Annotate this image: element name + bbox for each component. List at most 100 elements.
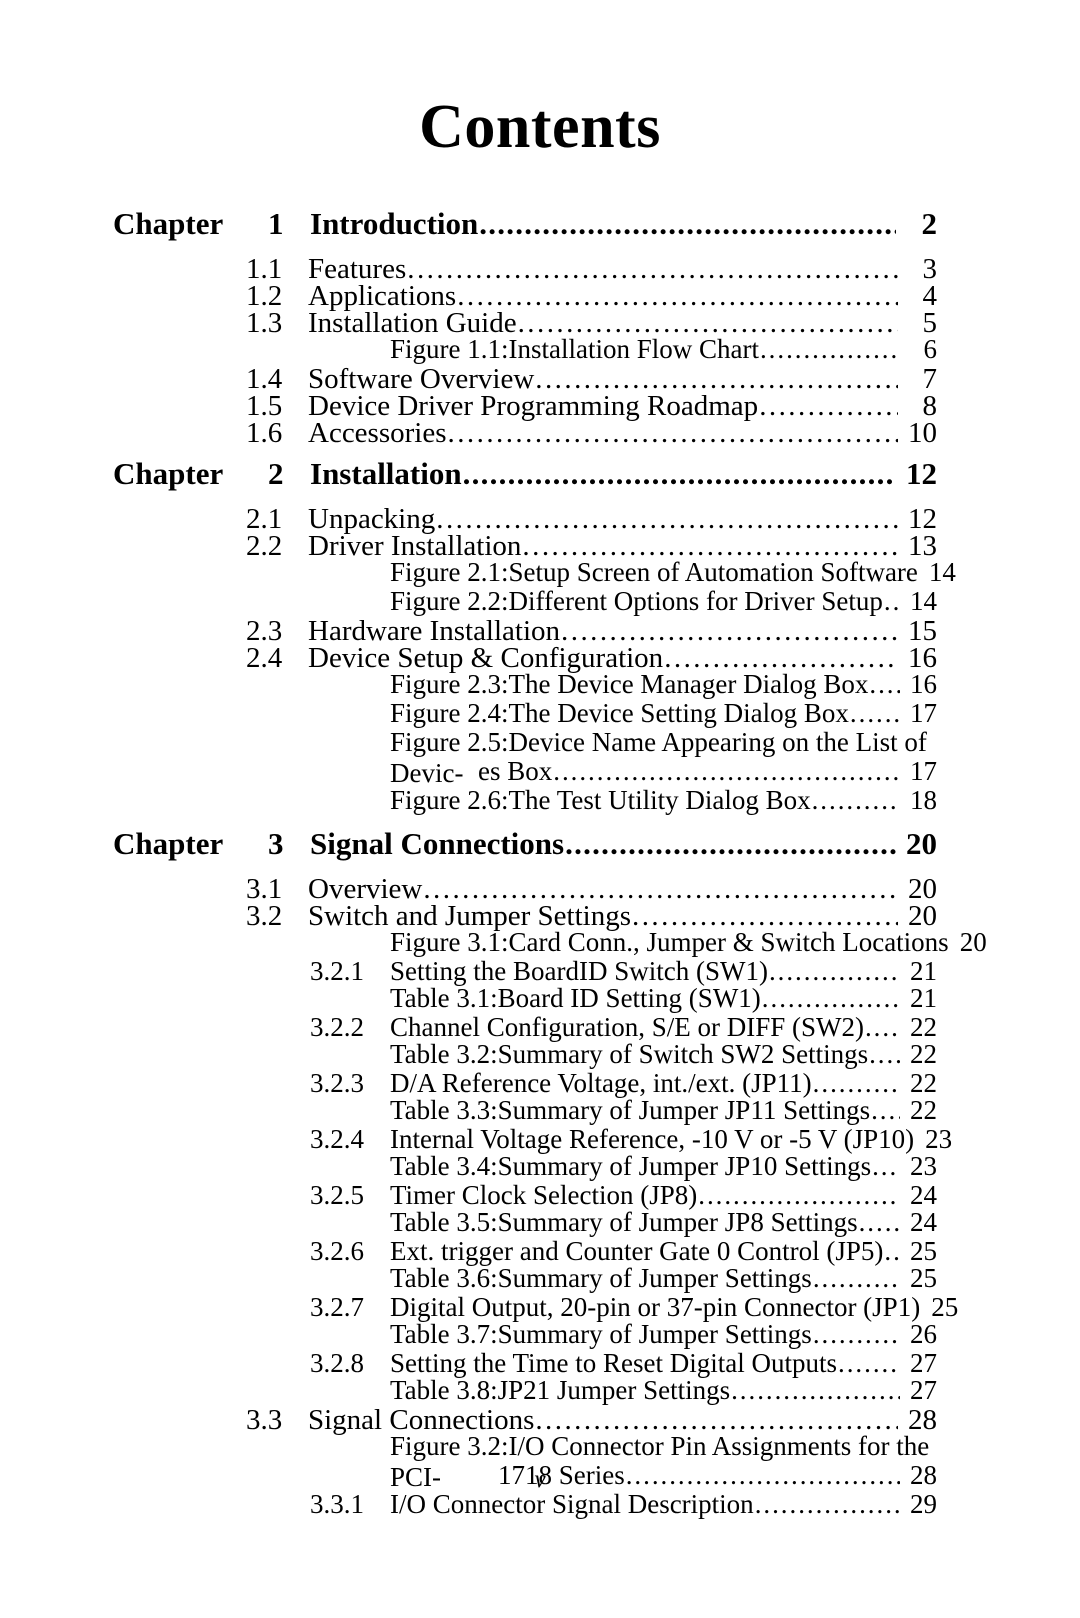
figure-title: Figure 2.1:Setup Screen of Automation So… <box>390 557 918 587</box>
subsection-entry[interactable]: 3.2.5Timer Clock Selection (JP8)24 <box>113 1180 937 1210</box>
section-page-number: 10 <box>908 417 937 449</box>
chapter-title: Introduction <box>310 206 479 241</box>
figure-entry[interactable]: Table 3.8:JP21 Jumper Settings 27 <box>113 1375 937 1405</box>
chapter-entry[interactable]: Chapter 1 Introduction 2 <box>113 206 937 253</box>
subsection-entry[interactable]: 3.2.4 Internal Voltage Reference, -10 V o… <box>113 1124 952 1154</box>
section-entry[interactable]: 2.1Unpacking12 <box>113 503 937 535</box>
subsection-entry[interactable]: 3.2.2 Channel Configuration, S/E or DIFF … <box>113 1012 937 1042</box>
section-entry[interactable]: 2.2Driver Installation13 <box>113 530 937 562</box>
figure-page-number: 22 <box>910 1039 937 1069</box>
figure-entry[interactable]: Figure 2.3:The Device Manager Dialog Box… <box>113 669 937 700</box>
figure-entry[interactable]: Table 3.7:Summary of Jumper Settings 26 <box>113 1319 937 1350</box>
dot-leader <box>869 1039 900 1070</box>
dot-leader <box>812 785 900 816</box>
dot-leader <box>813 1263 900 1294</box>
figure-entry[interactable]: Table 3.5:Summary of Jumper JP8 Settings… <box>113 1207 937 1238</box>
figure-title: Figure 3.1:Card Conn., Jumper & Switch L… <box>390 927 949 957</box>
subsection-entry[interactable]: 3.2.6 Ext. trigger and Counter Gate 0 Con… <box>113 1236 937 1266</box>
figure-entry-line1[interactable]: Figure 3.2:I/O Connector Pin Assignments… <box>390 1431 937 1492</box>
figure-page-number: 17 <box>910 756 937 786</box>
figure-page-number: 26 <box>910 1319 937 1349</box>
figure-entry[interactable]: Figure 1.1:Installation Flow Chart 6 <box>113 334 938 364</box>
figure-entry[interactable]: Table 3.6:Summary of Jumper Settings 25 <box>113 1263 937 1294</box>
figure-title: Table 3.5:Summary of Jumper JP8 Settings <box>390 1207 858 1237</box>
figure-entry-line2[interactable]: es Box 17 <box>113 756 937 787</box>
dot-leader <box>872 1151 900 1182</box>
figure-title: Table 3.6:Summary of Jumper Settings <box>390 1263 812 1293</box>
figure-entry[interactable]: Table 3.3:Summary of Jumper JP11 Setting… <box>113 1095 937 1125</box>
figure-entry-line1[interactable]: Figure 2.5:Device Name Appearing on the … <box>390 727 937 788</box>
dot-leader <box>553 756 900 787</box>
figure-title-continued: es Box <box>478 756 553 786</box>
figure-page-number: 20 <box>959 927 987 957</box>
figure-page-number: 22 <box>910 1095 937 1125</box>
figure-entry[interactable]: Figure 2.4:The Device Setting Dialog Box… <box>113 698 937 729</box>
figure-page-number: 6 <box>923 334 938 364</box>
dot-leader <box>813 1319 900 1350</box>
section-entry[interactable]: 2.4Device Setup & Configuration16 <box>113 642 937 674</box>
subsection-number: 3.2.8 <box>310 1348 364 1378</box>
figure-entry[interactable]: Figure 2.2:Different Options for Driver … <box>113 586 937 617</box>
figure-title: Figure 2.4:The Device Setting Dialog Box <box>390 698 849 728</box>
figure-page-number: 14 <box>928 557 956 587</box>
figure-title: Figure 2.3:The Device Manager Dialog Box <box>390 669 869 699</box>
chapter-title: Signal Connections <box>310 826 565 861</box>
figure-entry[interactable]: Table 3.4:Summary of Jumper JP10 Setting… <box>113 1151 937 1182</box>
section-entry[interactable]: 1.3Installation Guide5 <box>113 307 937 339</box>
section-entry[interactable]: 1.4Software Overview7 <box>113 363 937 395</box>
subsection-entry[interactable]: 3.2.7 Digital Output, 20-pin or 37-pin Co… <box>113 1292 958 1322</box>
chapter-number: 1 <box>268 206 284 241</box>
figure-title: Table 3.1:Board ID Setting (SW1) <box>390 983 761 1013</box>
table-of-contents: Chapter 1 Introduction 2 1.1Features31.2Appl… <box>113 206 987 1519</box>
figure-title: Figure 2.2:Different Options for Driver … <box>390 586 883 616</box>
figure-title: Table 3.4:Summary of Jumper JP10 Setting… <box>390 1151 872 1181</box>
chapter-page-number: 12 <box>906 456 937 491</box>
figure-page-number: 17 <box>910 698 937 728</box>
section-entry[interactable]: 1.2Applications4 <box>113 280 937 312</box>
dot-leader <box>884 586 900 617</box>
figure-entry[interactable]: Figure 2.1:Setup Screen of Automation So… <box>113 557 956 587</box>
dot-leader <box>565 826 896 862</box>
figure-page-number: 18 <box>910 785 937 815</box>
figure-title: Table 3.7:Summary of Jumper Settings <box>390 1319 812 1349</box>
dot-leader <box>850 698 900 729</box>
section-entry[interactable]: 1.5Device Driver Programming Roadmap8 <box>113 390 937 422</box>
subsection-number: 3.2.7 <box>310 1292 364 1322</box>
section-number: 3.2 <box>246 900 283 932</box>
figure-page-number: 14 <box>910 586 937 616</box>
subsection-number: 3.2.4 <box>310 1124 364 1154</box>
subsection-number: 3.2.5 <box>310 1180 364 1210</box>
section-title: Accessories <box>308 417 447 449</box>
chapter-page-number: 2 <box>921 206 938 241</box>
figure-title: Table 3.2:Summary of Switch SW2 Settings <box>390 1039 869 1069</box>
figure-entry[interactable]: Figure 3.1:Card Conn., Jumper & Switch L… <box>113 927 987 957</box>
subsection-number: 3.2.1 <box>310 956 364 986</box>
chapter-number: 2 <box>268 456 284 491</box>
figure-entry[interactable]: Figure 2.6:The Test Utility Dialog Box 18 <box>113 785 937 816</box>
chapter-word: Chapter <box>113 826 224 861</box>
section-entry[interactable]: 3.1Overview20 <box>113 873 937 905</box>
figure-entry[interactable]: Table 3.2:Summary of Switch SW2 Settings… <box>113 1039 937 1070</box>
dot-leader <box>463 456 896 492</box>
subsection-entry[interactable]: 3.2.3 D/A Reference Voltage, int./ext. (J… <box>113 1068 937 1098</box>
figure-entry[interactable]: Table 3.1:Board ID Setting (SW1) 21 <box>113 983 937 1013</box>
chapter-word: Chapter <box>113 456 224 491</box>
dot-leader <box>869 669 900 700</box>
section-entry[interactable]: 1.1Features3 <box>113 253 937 285</box>
section-entry[interactable]: 3.2Switch and Jumper Settings20 <box>113 900 937 932</box>
chapter-entry[interactable]: Chapter 3 Signal Connections 20 <box>113 826 937 873</box>
subsection-number: 3.2.3 <box>310 1068 364 1098</box>
section-entry[interactable]: 2.3Hardware Installation15 <box>113 615 937 647</box>
subsection-number: 3.2.2 <box>310 1012 364 1042</box>
chapter-page-number: 20 <box>906 826 937 861</box>
subsection-entry[interactable]: 3.2.8 Setting the Time to Reset Digital O… <box>113 1348 937 1378</box>
section-entry[interactable]: 3.3Signal Connections28 <box>113 1404 937 1436</box>
section-entry[interactable]: 1.6 Accessories 10 <box>113 417 937 449</box>
chapter-entry[interactable]: Chapter 2 Installation 12 <box>113 456 937 503</box>
section-number: 2.4 <box>246 642 283 674</box>
figure-page-number: 16 <box>910 669 937 699</box>
dot-leader <box>859 1207 900 1238</box>
subsection-entry[interactable]: 3.2.1Setting the BoardID Switch (SW1)21 <box>113 956 937 986</box>
figure-page-number: 21 <box>910 983 937 1013</box>
page-title: Contents <box>419 93 661 161</box>
